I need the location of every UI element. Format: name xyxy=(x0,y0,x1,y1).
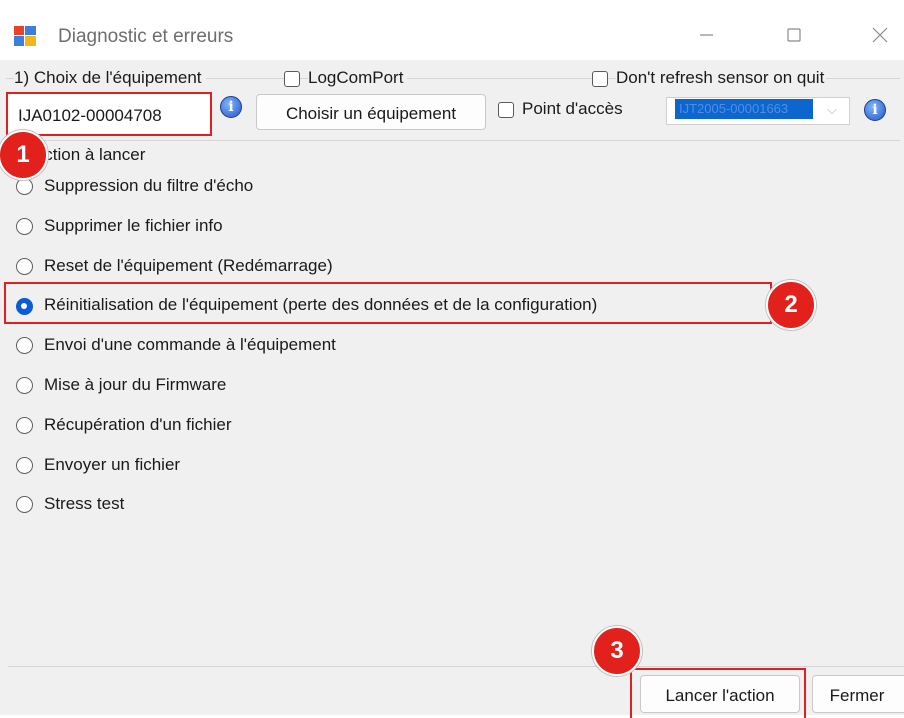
equipment-id-field[interactable]: IJA0102-00004708 xyxy=(6,92,212,136)
highlight-box-reinit xyxy=(4,282,772,324)
equipment-id-value: IJA0102-00004708 xyxy=(18,106,162,125)
logcomport-label[interactable]: LogComPort xyxy=(308,68,408,88)
access-point-checkbox[interactable] xyxy=(498,102,514,118)
title-bar: Diagnostic et erreurs xyxy=(0,0,904,60)
option-label[interactable]: Stress test xyxy=(44,494,124,514)
access-point-label[interactable]: Point d'accès xyxy=(522,99,623,119)
radio-firmware[interactable] xyxy=(16,377,33,394)
option-label[interactable]: Supprimer le fichier info xyxy=(44,216,223,236)
annotation-badge-3: 3 xyxy=(592,626,642,676)
choose-equipment-button[interactable]: Choisir un équipement xyxy=(256,94,486,130)
chevron-down-icon[interactable]: ⌵ xyxy=(827,102,837,118)
window-title: Diagnostic et erreurs xyxy=(58,26,234,47)
app-icon xyxy=(14,26,36,46)
radio-get-file[interactable] xyxy=(16,417,33,434)
maximize-icon[interactable] xyxy=(774,18,814,54)
dont-refresh-checkbox[interactable] xyxy=(592,71,608,87)
radio-send-command[interactable] xyxy=(16,337,33,354)
option-label[interactable]: Envoi d'une commande à l'équipement xyxy=(44,335,336,355)
option-label[interactable]: Reset de l'équipement (Redémarrage) xyxy=(44,256,333,276)
annotation-badge-2: 2 xyxy=(766,280,816,330)
radio-stress-test[interactable] xyxy=(16,496,33,513)
minimize-icon[interactable] xyxy=(686,18,726,54)
dont-refresh-label[interactable]: Don't refresh sensor on quit xyxy=(616,68,827,88)
highlight-box-launch xyxy=(630,668,806,718)
footer-divider xyxy=(8,666,904,667)
radio-reset[interactable] xyxy=(16,258,33,275)
close-button[interactable]: Fermer xyxy=(812,675,904,713)
option-label[interactable]: Envoyer un fichier xyxy=(44,455,180,475)
radio-delete-info[interactable] xyxy=(16,218,33,235)
option-label[interactable]: Récupération d'un fichier xyxy=(44,415,232,435)
dialog-window: Diagnostic et erreurs 1) Choix de l'équi… xyxy=(0,0,904,718)
radio-echo-filter[interactable] xyxy=(16,178,33,195)
access-point-select[interactable]: IJT2005-00001663 ⌵ xyxy=(666,97,850,125)
group1-bottom-border xyxy=(6,140,900,141)
close-button-label: Fermer xyxy=(829,686,885,705)
access-point-value: IJT2005-00001663 xyxy=(675,99,813,119)
logcomport-checkbox[interactable] xyxy=(284,71,300,87)
annotation-badge-1: 1 xyxy=(0,130,48,180)
close-icon[interactable] xyxy=(860,18,900,54)
equipment-section-label: 1) Choix de l'équipement xyxy=(14,68,206,88)
choose-equipment-label: Choisir un équipement xyxy=(285,104,457,123)
equipment-info-icon[interactable] xyxy=(220,96,242,118)
option-label[interactable]: Suppression du filtre d'écho xyxy=(44,176,253,196)
option-label[interactable]: Mise à jour du Firmware xyxy=(44,375,226,395)
access-point-info-icon[interactable] xyxy=(864,99,886,121)
radio-send-file[interactable] xyxy=(16,457,33,474)
